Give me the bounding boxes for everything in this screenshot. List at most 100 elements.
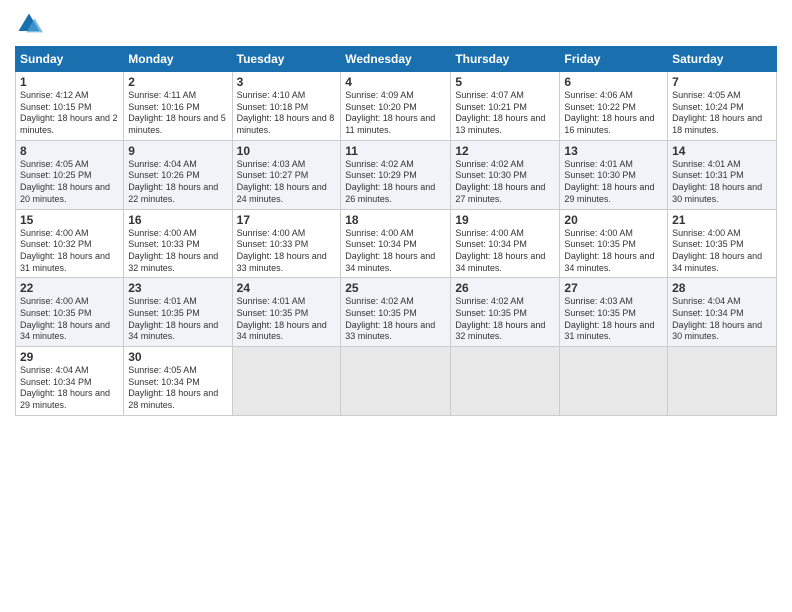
day-number: 7 [672,75,772,89]
calendar-cell: 13Sunrise: 4:01 AMSunset: 10:30 PMDaylig… [560,140,668,209]
day-info: Sunrise: 4:02 AMSunset: 10:35 PMDaylight… [455,296,555,343]
day-info: Sunrise: 4:10 AMSunset: 10:18 PMDaylight… [237,90,337,137]
day-info: Sunrise: 4:00 AMSunset: 10:35 PMDaylight… [20,296,119,343]
logo-icon [15,10,43,38]
calendar-cell: 15Sunrise: 4:00 AMSunset: 10:32 PMDaylig… [16,209,124,278]
day-number: 17 [237,213,337,227]
day-info: Sunrise: 4:01 AMSunset: 10:35 PMDaylight… [128,296,227,343]
day-info: Sunrise: 4:05 AMSunset: 10:34 PMDaylight… [128,365,227,412]
day-info: Sunrise: 4:02 AMSunset: 10:30 PMDaylight… [455,159,555,206]
day-info: Sunrise: 4:00 AMSunset: 10:34 PMDaylight… [455,228,555,275]
calendar-cell: 24Sunrise: 4:01 AMSunset: 10:35 PMDaylig… [232,278,341,347]
calendar-cell: 4Sunrise: 4:09 AMSunset: 10:20 PMDayligh… [341,72,451,141]
calendar-cell: 27Sunrise: 4:03 AMSunset: 10:35 PMDaylig… [560,278,668,347]
calendar-cell: 19Sunrise: 4:00 AMSunset: 10:34 PMDaylig… [451,209,560,278]
day-number: 21 [672,213,772,227]
day-info: Sunrise: 4:01 AMSunset: 10:31 PMDaylight… [672,159,772,206]
calendar-cell: 25Sunrise: 4:02 AMSunset: 10:35 PMDaylig… [341,278,451,347]
calendar-week-4: 22Sunrise: 4:00 AMSunset: 10:35 PMDaylig… [16,278,777,347]
day-number: 30 [128,350,227,364]
day-info: Sunrise: 4:00 AMSunset: 10:32 PMDaylight… [20,228,119,275]
calendar-cell [560,347,668,416]
calendar-cell [232,347,341,416]
day-info: Sunrise: 4:00 AMSunset: 10:33 PMDaylight… [128,228,227,275]
day-number: 6 [564,75,663,89]
calendar-cell: 23Sunrise: 4:01 AMSunset: 10:35 PMDaylig… [124,278,232,347]
day-info: Sunrise: 4:03 AMSunset: 10:27 PMDaylight… [237,159,337,206]
calendar-cell: 18Sunrise: 4:00 AMSunset: 10:34 PMDaylig… [341,209,451,278]
calendar-cell: 26Sunrise: 4:02 AMSunset: 10:35 PMDaylig… [451,278,560,347]
calendar-cell [451,347,560,416]
calendar-cell: 17Sunrise: 4:00 AMSunset: 10:33 PMDaylig… [232,209,341,278]
calendar-cell: 29Sunrise: 4:04 AMSunset: 10:34 PMDaylig… [16,347,124,416]
calendar-header-tuesday: Tuesday [232,47,341,72]
day-number: 11 [345,144,446,158]
calendar-table: SundayMondayTuesdayWednesdayThursdayFrid… [15,46,777,416]
day-number: 1 [20,75,119,89]
day-info: Sunrise: 4:02 AMSunset: 10:29 PMDaylight… [345,159,446,206]
day-info: Sunrise: 4:02 AMSunset: 10:35 PMDaylight… [345,296,446,343]
day-info: Sunrise: 4:00 AMSunset: 10:35 PMDaylight… [564,228,663,275]
day-number: 16 [128,213,227,227]
calendar-week-1: 1Sunrise: 4:12 AMSunset: 10:15 PMDayligh… [16,72,777,141]
day-number: 23 [128,281,227,295]
day-number: 12 [455,144,555,158]
day-info: Sunrise: 4:04 AMSunset: 10:26 PMDaylight… [128,159,227,206]
day-info: Sunrise: 4:00 AMSunset: 10:33 PMDaylight… [237,228,337,275]
page: SundayMondayTuesdayWednesdayThursdayFrid… [0,0,792,612]
day-number: 10 [237,144,337,158]
day-number: 28 [672,281,772,295]
calendar-cell: 9Sunrise: 4:04 AMSunset: 10:26 PMDayligh… [124,140,232,209]
day-number: 8 [20,144,119,158]
calendar-cell: 20Sunrise: 4:00 AMSunset: 10:35 PMDaylig… [560,209,668,278]
calendar-header-row: SundayMondayTuesdayWednesdayThursdayFrid… [16,47,777,72]
day-number: 20 [564,213,663,227]
calendar-week-5: 29Sunrise: 4:04 AMSunset: 10:34 PMDaylig… [16,347,777,416]
calendar-cell: 2Sunrise: 4:11 AMSunset: 10:16 PMDayligh… [124,72,232,141]
day-info: Sunrise: 4:11 AMSunset: 10:16 PMDaylight… [128,90,227,137]
day-info: Sunrise: 4:03 AMSunset: 10:35 PMDaylight… [564,296,663,343]
calendar-header-saturday: Saturday [668,47,777,72]
day-info: Sunrise: 4:06 AMSunset: 10:22 PMDaylight… [564,90,663,137]
day-info: Sunrise: 4:05 AMSunset: 10:25 PMDaylight… [20,159,119,206]
calendar-header-monday: Monday [124,47,232,72]
day-number: 19 [455,213,555,227]
day-number: 2 [128,75,227,89]
calendar-header-wednesday: Wednesday [341,47,451,72]
calendar-cell: 3Sunrise: 4:10 AMSunset: 10:18 PMDayligh… [232,72,341,141]
day-number: 25 [345,281,446,295]
calendar-cell: 12Sunrise: 4:02 AMSunset: 10:30 PMDaylig… [451,140,560,209]
calendar-header-friday: Friday [560,47,668,72]
day-info: Sunrise: 4:12 AMSunset: 10:15 PMDaylight… [20,90,119,137]
day-number: 14 [672,144,772,158]
day-info: Sunrise: 4:05 AMSunset: 10:24 PMDaylight… [672,90,772,137]
calendar-cell: 11Sunrise: 4:02 AMSunset: 10:29 PMDaylig… [341,140,451,209]
calendar-week-2: 8Sunrise: 4:05 AMSunset: 10:25 PMDayligh… [16,140,777,209]
day-number: 15 [20,213,119,227]
calendar-cell [668,347,777,416]
calendar-cell: 28Sunrise: 4:04 AMSunset: 10:34 PMDaylig… [668,278,777,347]
day-number: 18 [345,213,446,227]
day-number: 29 [20,350,119,364]
calendar-cell: 22Sunrise: 4:00 AMSunset: 10:35 PMDaylig… [16,278,124,347]
day-number: 5 [455,75,555,89]
calendar-cell: 6Sunrise: 4:06 AMSunset: 10:22 PMDayligh… [560,72,668,141]
day-info: Sunrise: 4:00 AMSunset: 10:35 PMDaylight… [672,228,772,275]
day-number: 22 [20,281,119,295]
calendar-cell: 16Sunrise: 4:00 AMSunset: 10:33 PMDaylig… [124,209,232,278]
calendar-week-3: 15Sunrise: 4:00 AMSunset: 10:32 PMDaylig… [16,209,777,278]
day-number: 4 [345,75,446,89]
calendar-cell: 14Sunrise: 4:01 AMSunset: 10:31 PMDaylig… [668,140,777,209]
calendar-cell: 8Sunrise: 4:05 AMSunset: 10:25 PMDayligh… [16,140,124,209]
calendar-cell: 10Sunrise: 4:03 AMSunset: 10:27 PMDaylig… [232,140,341,209]
calendar-cell: 5Sunrise: 4:07 AMSunset: 10:21 PMDayligh… [451,72,560,141]
header [15,10,777,38]
day-number: 26 [455,281,555,295]
calendar-cell [341,347,451,416]
day-number: 24 [237,281,337,295]
day-number: 9 [128,144,227,158]
calendar-header-sunday: Sunday [16,47,124,72]
day-number: 13 [564,144,663,158]
calendar-cell: 30Sunrise: 4:05 AMSunset: 10:34 PMDaylig… [124,347,232,416]
day-info: Sunrise: 4:00 AMSunset: 10:34 PMDaylight… [345,228,446,275]
